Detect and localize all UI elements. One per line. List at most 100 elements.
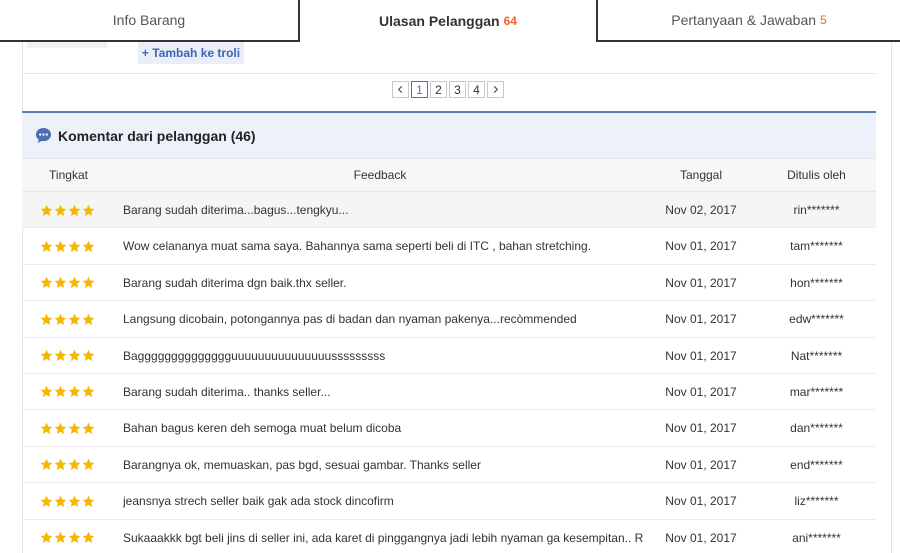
star-rating [40,410,100,446]
feedback-text: Bagggggggggggggguuuuuuuuuuuuuuusssssssss [123,348,386,363]
star-icon [82,531,95,544]
star-rating [40,192,100,228]
tab-label: Pertanyaan & Jawaban [671,12,817,28]
star-icon [40,458,53,471]
star-icon [68,458,81,471]
chat-bubble-icon [35,127,52,144]
star-icon [40,313,53,325]
star-icon [40,276,53,289]
review-date: Nov 02, 2017 [665,203,737,217]
star-icon [68,531,81,544]
feedback-text: Sukaaakkk bgt beli jins di seller ini, a… [123,530,643,545]
table-row: Sukaaakkk bgt beli jins di seller ini, a… [22,520,876,553]
review-date: Nov 01, 2017 [665,348,737,363]
star-icon [82,386,95,398]
review-date: Nov 01, 2017 [665,384,737,399]
feedback-text: Barangnya ok, memuaskan, pas bgd, sesuai… [123,457,481,472]
star-icon [40,531,53,544]
star-icon [68,495,81,507]
feedback-text: Langsung dicobain, potongannya pas di ba… [123,312,577,327]
column-header-rating: Tingkat [49,168,88,182]
review-author: liz******* [794,494,839,509]
page-button-3[interactable]: 3 [449,81,466,98]
star-icon [82,313,95,325]
star-icon [54,313,67,325]
review-author: dan******* [790,421,843,436]
review-author: hon******* [790,275,843,290]
table-row: Wow celananya muat sama saya. Bahannya s… [22,228,876,265]
feedback-text: Barang sudah diterima.. thanks seller... [123,384,331,399]
feedback-text: jeansnya strech seller baik gak ada stoc… [123,494,394,509]
star-icon [54,422,67,434]
star-rating [40,338,100,374]
star-icon [68,276,81,289]
star-icon [54,386,67,398]
star-icon [54,495,67,507]
star-icon [82,276,95,289]
table-row: Barang sudah diterima.. thanks seller...… [22,374,876,411]
tab-pertanyaan-jawaban[interactable]: Pertanyaan & Jawaban 5 [596,0,900,42]
prev-page-button[interactable] [392,81,409,98]
page-button-4[interactable]: 4 [468,81,485,98]
next-page-button[interactable] [487,81,504,98]
star-icon [40,422,53,434]
comments-title: Komentar dari pelanggan (46) [58,127,256,144]
star-icon [40,204,53,216]
star-icon [40,386,53,398]
review-count-badge: 64 [503,14,517,28]
star-rating [40,301,100,337]
review-author: end******* [790,457,843,472]
page-button-1[interactable]: 1 [411,81,428,98]
page-button-2[interactable]: 2 [430,81,447,98]
star-rating [40,520,100,553]
feedback-text: Barang sudah diterima...bagus...tengkyu.… [123,203,349,217]
chevron-left-icon [397,85,403,94]
review-date: Nov 01, 2017 [665,275,737,290]
star-icon [68,240,81,252]
column-header-feedback: Feedback [353,168,407,182]
table-row: Barangnya ok, memuaskan, pas bgd, sesuai… [22,447,876,484]
review-author: rin******* [793,203,840,217]
table-row: Langsung dicobain, potongannya pas di ba… [22,301,876,338]
feedback-text: Barang sudah diterima dgn baik.thx selle… [123,275,347,290]
column-header-author: Ditulis oleh [787,168,846,182]
table-row: Bahan bagus keren deh semoga muat belum … [22,410,876,447]
review-date: Nov 01, 2017 [665,457,737,472]
review-date: Nov 01, 2017 [665,494,737,509]
review-date: Nov 01, 2017 [665,239,737,254]
star-icon [54,204,67,216]
pagination: 1 2 3 4 [392,81,504,98]
product-tabs: Info Barang Ulasan Pelanggan 64 Pertanya… [0,0,900,42]
star-icon [82,240,95,252]
tab-label: Info Barang [112,12,186,28]
star-rating [40,447,100,483]
star-icon [82,495,95,507]
star-icon [82,422,95,434]
review-author: Nat******* [790,348,843,363]
star-icon [54,531,67,544]
star-rating [40,483,100,519]
comments-header: Komentar dari pelanggan (46) [22,113,876,158]
tab-info-barang[interactable]: Info Barang [0,0,300,42]
star-icon [54,349,67,362]
column-header-date: Tanggal [679,168,723,182]
chevron-right-icon [493,85,499,94]
tab-ulasan-pelanggan[interactable]: Ulasan Pelanggan 64 [300,0,596,42]
table-row: Bagggggggggggggguuuuuuuuuuuuuuusssssssss… [22,338,876,374]
table-header: Tingkat Feedback Tanggal Ditulis oleh [22,158,876,192]
star-icon [54,276,67,289]
feedback-text: Wow celananya muat sama saya. Bahannya s… [123,239,592,254]
review-author: ani******* [792,530,841,545]
add-to-cart-button[interactable]: + Tambah ke troli [138,42,244,64]
review-table-body: Barang sudah diterima...bagus...tengkyu.… [22,192,876,553]
star-rating [40,228,100,264]
star-icon [40,349,53,362]
star-icon [82,204,95,216]
star-icon [82,349,95,362]
table-row: Barang sudah diterima dgn baik.thx selle… [22,265,876,302]
star-icon [82,458,95,471]
review-date: Nov 01, 2017 [665,530,737,545]
table-row: Barang sudah diterima...bagus...tengkyu.… [22,192,876,229]
table-row: jeansnya strech seller baik gak ada stoc… [22,483,876,520]
review-author: tam******* [790,239,843,254]
